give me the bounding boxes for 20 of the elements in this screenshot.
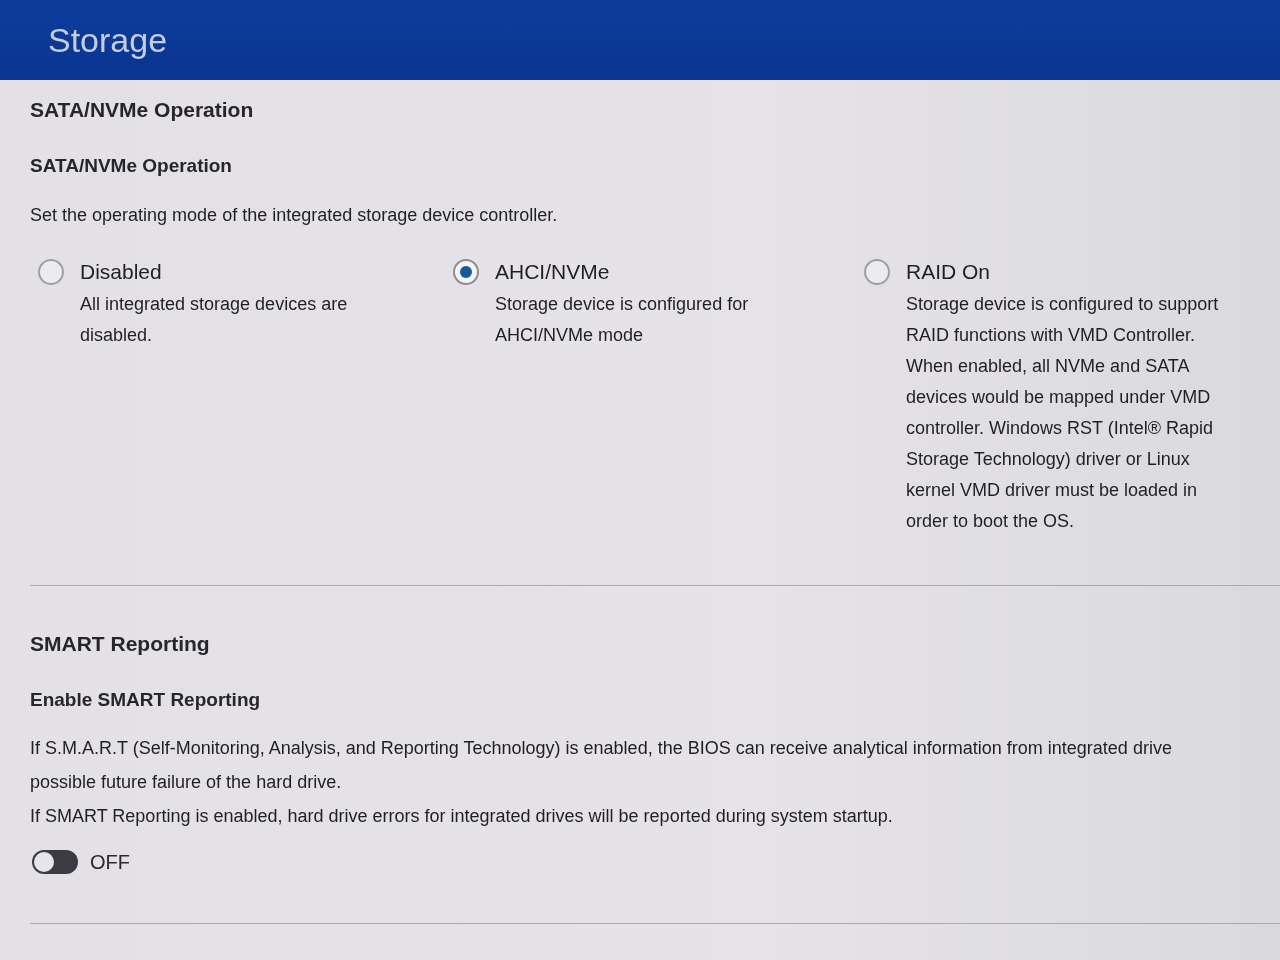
section-heading: SMART Reporting <box>30 631 211 657</box>
radio-button[interactable] <box>38 259 64 285</box>
option-label[interactable]: RAID On <box>906 257 991 287</box>
setting-description: possible future failure of the hard drive. <box>30 771 343 794</box>
option-description: Storage device is configured to support RAID functions with VMD Controller. When enabled, all NVMe and SATA devices would be mapped under VMD controller. Windows RST (Intel® Rapid Storage Technology) driver or Linux kernel VMD driver must be loaded in order to boot the OS. <box>906 293 1220 533</box>
page-title: Storage <box>48 20 168 60</box>
setting-label: Enable SMART Reporting <box>30 688 262 712</box>
setting-description: Set the operating mode of the integrated storage device controller. <box>30 204 559 227</box>
option-label[interactable]: AHCI/NVMe <box>495 257 610 287</box>
setting-description: If SMART Reporting is enabled, hard drive errors for integrated drives will be reported during system startup. <box>30 805 894 828</box>
section-heading: SATA/NVMe Operation <box>30 97 255 123</box>
option-description: All integrated storage devices are disabled. <box>80 293 349 347</box>
radio-button[interactable] <box>453 259 479 285</box>
toggle-switch[interactable] <box>32 850 78 874</box>
setting-description: If S.M.A.R.T (Self-Monitoring, Analysis, and Reporting Technology) is enabled, the BIOS can receive analytical information from integrated drive <box>30 737 1173 760</box>
option-label[interactable]: Disabled <box>80 257 162 287</box>
toggle-state-label: OFF <box>90 850 130 875</box>
radio-button[interactable] <box>864 259 890 285</box>
setting-label: SATA/NVMe Operation <box>30 154 233 178</box>
option-description: Storage device is configured for AHCI/NVMe mode <box>495 293 750 347</box>
